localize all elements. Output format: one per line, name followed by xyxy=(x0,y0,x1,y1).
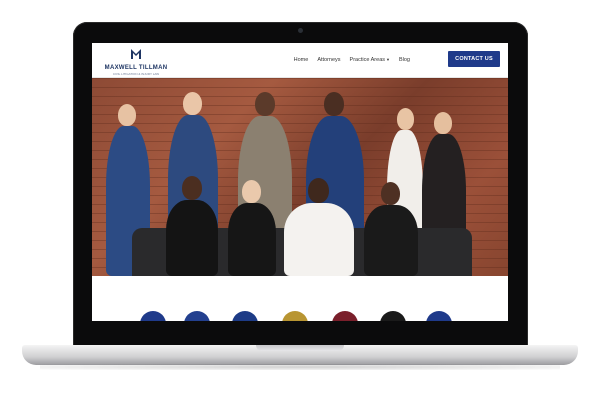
site-logo[interactable]: MAXWELL TILLMAN CIVIL LITIGATION & INJUR… xyxy=(100,47,172,76)
award-badge-icon xyxy=(332,311,358,321)
main-nav: Home Attorneys Practice Areas▼ Blog xyxy=(294,55,410,65)
laptop-screen: MAXWELL TILLMAN CIVIL LITIGATION & INJUR… xyxy=(92,43,508,321)
award-badge-icon xyxy=(140,311,166,321)
camera-icon xyxy=(298,28,303,33)
person-figure xyxy=(364,182,418,276)
logo-name: MAXWELL TILLMAN xyxy=(104,65,168,71)
laptop-shadow xyxy=(40,364,560,370)
award-badge-icon xyxy=(184,311,210,321)
nav-link-practice-areas[interactable]: Practice Areas▼ xyxy=(350,55,390,65)
person-figure xyxy=(228,180,276,276)
nav-link-practice-areas-label: Practice Areas xyxy=(349,57,386,63)
person-figure xyxy=(284,178,354,276)
person-figure xyxy=(166,176,218,276)
nav-link-home[interactable]: Home xyxy=(294,55,309,65)
logo-tagline: CIVIL LITIGATION & INJURY LAW xyxy=(112,72,160,76)
contact-us-button[interactable]: CONTACT US xyxy=(448,51,500,67)
hero-team-photo xyxy=(92,78,508,276)
laptop-notch xyxy=(256,345,344,351)
award-badge-icon xyxy=(232,311,258,321)
nav-link-attorneys[interactable]: Attorneys xyxy=(317,55,340,65)
award-badge-icon xyxy=(380,311,406,321)
logo-mark-icon xyxy=(131,49,141,59)
award-badges-strip xyxy=(92,276,508,321)
site-header: MAXWELL TILLMAN CIVIL LITIGATION & INJUR… xyxy=(92,43,508,78)
award-badge-icon xyxy=(426,311,452,321)
nav-link-blog[interactable]: Blog xyxy=(399,55,410,65)
chevron-down-icon: ▼ xyxy=(386,57,390,62)
award-badge-icon xyxy=(282,311,308,321)
